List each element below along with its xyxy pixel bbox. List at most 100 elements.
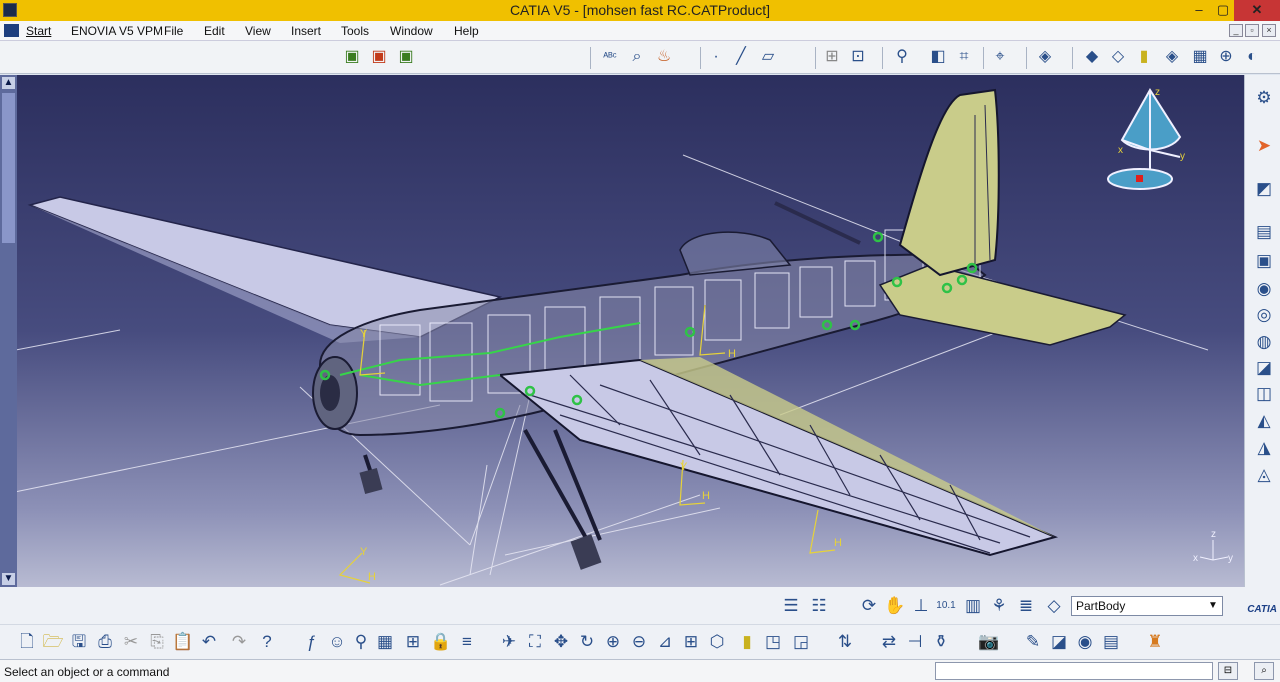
settings-gear-icon[interactable]: ⚙ [1253,87,1275,109]
clash-icon[interactable]: ▣ [369,47,389,67]
layer-icon[interactable]: ◈ [1035,47,1055,67]
list-icon[interactable]: ≣ [1015,595,1037,617]
scroll-down-icon[interactable]: ▼ [2,573,15,585]
formula-icon[interactable]: ƒ [300,631,322,653]
tree-icon[interactable]: ⚘ [988,595,1010,617]
flag-note-icon[interactable]: ⌕ [627,47,647,67]
menu-tools[interactable]: Tools [341,24,369,38]
catalog-icon[interactable]: ◧ [928,47,948,67]
rotate-view-icon[interactable]: ↻ [576,631,598,653]
apply-material-icon[interactable]: ✎ [1022,631,1044,653]
hide-icon[interactable]: ▥ [962,595,984,617]
layer-stack-icon[interactable]: ☰ [780,595,802,617]
knowledge-icon[interactable]: ☺ [326,631,348,653]
menu-edit[interactable]: Edit [204,24,225,38]
compass-widget[interactable]: z x y [1107,87,1185,190]
menu-view[interactable]: View [245,24,271,38]
line-icon[interactable]: ╱ [731,47,751,67]
menu-start[interactable]: Start [26,24,51,38]
shaft-icon[interactable]: ◉ [1253,278,1275,300]
work-object-icon[interactable]: ◇ [1043,595,1065,617]
render-scene-icon[interactable]: ◪ [1048,631,1070,653]
menu-window[interactable]: Window [390,24,433,38]
doc-restore-button[interactable]: ▫ [1245,24,1259,37]
window-icon[interactable]: ⊡ [848,47,868,67]
new-file-icon[interactable]: 🗋 [16,631,38,653]
zoom-in-icon[interactable]: ⊕ [602,631,624,653]
law-icon[interactable]: ≡ [456,631,478,653]
start-icon[interactable] [4,24,19,37]
measure-icon[interactable]: ▣ [342,47,362,67]
stiffener-icon[interactable]: ◮ [1253,437,1275,459]
undo-icon[interactable]: ↶ [198,631,220,653]
compass-icon[interactable]: ⊕ [1216,47,1236,67]
books-icon[interactable]: ▤ [1100,631,1122,653]
redo-icon[interactable]: ↷ [228,631,250,653]
minimize-button[interactable]: – [1186,0,1212,21]
axis-icon[interactable]: ⊥ [910,595,932,617]
shading-edges-icon[interactable]: ◇ [1108,47,1128,67]
fast-multi-instantiate-icon[interactable]: ⊞ [822,47,842,67]
plane-icon[interactable]: ▱ [758,47,778,67]
analysis-icon[interactable]: ▣ [396,47,416,67]
hole-icon[interactable]: ◎ [1253,304,1275,326]
command-input[interactable] [935,662,1213,680]
layer-filter-icon[interactable]: ☷ [808,595,830,617]
hide-show-icon[interactable]: ▦ [1190,47,1210,67]
material-library-icon[interactable]: ♜ [1144,631,1166,653]
shading-mode-icon[interactable]: ▮ [736,631,758,653]
scroll-thumb[interactable] [2,93,15,243]
status-search-button[interactable]: ⌕ [1254,662,1274,680]
normal-view-icon[interactable]: ⊿ [654,631,676,653]
swap-visible-icon[interactable]: ◲ [790,631,812,653]
menu-help[interactable]: Help [454,24,479,38]
help-query-icon[interactable]: ? [256,631,278,653]
doc-close-button[interactable]: × [1262,24,1276,37]
scroll-up-icon[interactable]: ▲ [2,77,15,89]
menu-insert[interactable]: Insert [291,24,321,38]
wireframe-icon[interactable]: ◈ [1162,47,1182,67]
constraint-icon[interactable]: ⚱ [930,631,952,653]
chevron-down-icon[interactable]: ▼ [1204,597,1222,615]
point-icon[interactable]: · [706,47,726,67]
decimal-icon[interactable]: 10.1 [935,595,957,617]
pan-move-icon[interactable]: ✥ [550,631,572,653]
grid-icon[interactable]: ⌗ [954,47,974,67]
open-folder-icon[interactable]: 🗁 [42,631,64,653]
3d-viewport[interactable]: H H H H Y Y Y z x y z x y [0,75,1244,587]
manipulation-icon[interactable]: ⇄ [878,631,900,653]
menu-file[interactable]: File [164,24,183,38]
shading-icon[interactable]: ◆ [1082,47,1102,67]
copy-icon[interactable]: ⎘ [146,631,168,653]
rotate-icon[interactable]: ⟳ [858,595,880,617]
status-toggle-button[interactable]: ⊟ [1218,662,1238,680]
pan-icon[interactable]: ✋ [884,595,906,617]
environment-icon[interactable]: ◉ [1074,631,1096,653]
multi-section-icon[interactable]: ◫ [1253,383,1275,405]
fly-mode-icon[interactable]: ✈ [498,631,520,653]
table-icon[interactable]: ▦ [374,631,396,653]
fit-all-icon[interactable]: ⌖ [990,47,1010,67]
tolerance-icon[interactable]: ⚲ [892,47,912,67]
viewport-scrollbar[interactable]: ▲ ▼ [0,75,17,587]
render-icon[interactable]: ◐ [1242,47,1262,67]
select-arrow-icon[interactable]: ➤ [1253,135,1275,157]
close-button[interactable]: ✕ [1234,0,1280,21]
menu-enovia[interactable]: ENOVIA V5 VPM [71,24,163,38]
fit-all-in-icon[interactable]: ⛶ [524,631,546,653]
iso-view-icon[interactable]: ⬡ [706,631,728,653]
loft-icon[interactable]: ◬ [1253,464,1275,486]
pad-icon[interactable]: ▤ [1253,221,1275,243]
snap-icon[interactable]: ⊣ [904,631,926,653]
sketch-icon[interactable]: ◩ [1253,178,1275,200]
pocket-icon[interactable]: ▣ [1253,250,1275,272]
hide-show-swap-icon[interactable]: ◳ [762,631,784,653]
capture-icon[interactable]: 📷 [978,631,1000,653]
maximize-button[interactable]: ▢ [1212,0,1234,21]
lock-icon[interactable]: 🔒 [430,631,452,653]
slot-icon[interactable]: ◪ [1253,357,1275,379]
work-object-select[interactable]: PartBody ▼ [1071,596,1223,616]
weld-icon[interactable]: ♨ [654,47,674,67]
design-table-icon[interactable]: ⊞ [402,631,424,653]
paste-icon[interactable]: 📋 [172,631,194,653]
